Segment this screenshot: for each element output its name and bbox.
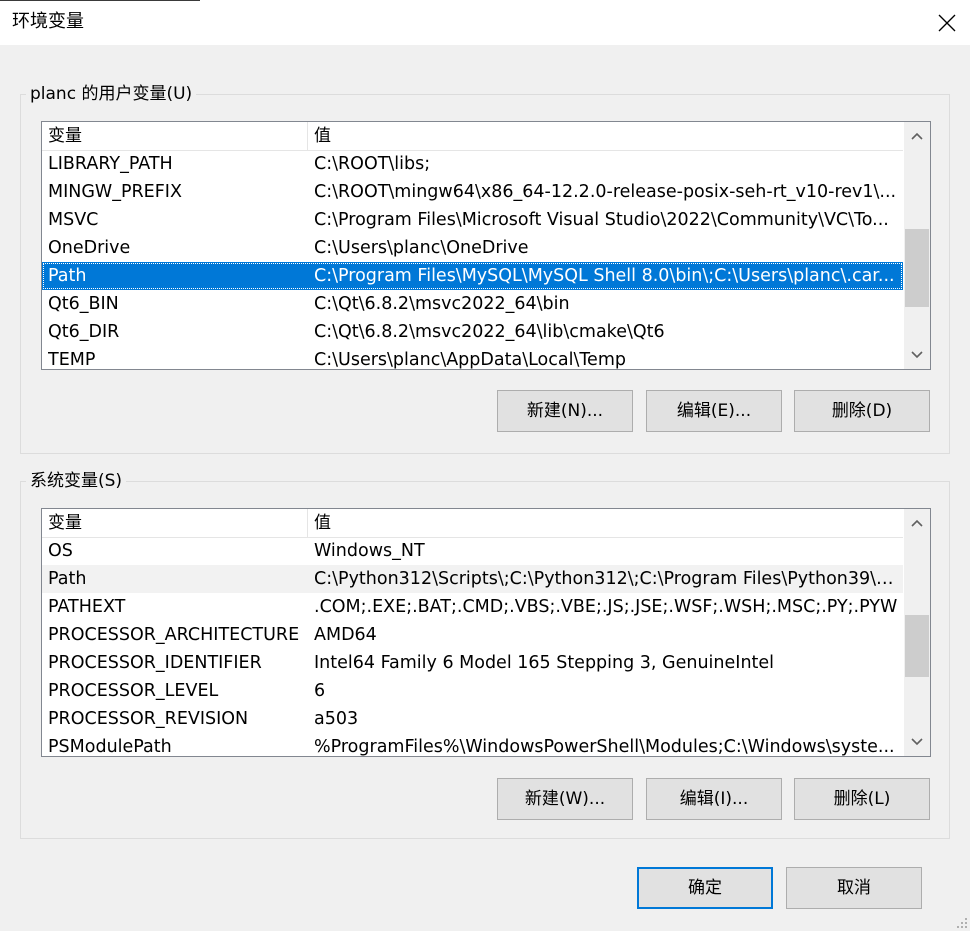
chevron-down-icon — [911, 738, 923, 746]
variable-value: C:\Users\planc\AppData\Local\Temp — [314, 350, 626, 370]
variable-value: C:\Users\planc\OneDrive — [314, 238, 529, 258]
user-variable-row[interactable]: OneDrive C:\Users\planc\OneDrive — [42, 234, 903, 262]
variable-name: PATHEXT — [48, 597, 126, 617]
user-delete-button[interactable]: 删除(D) — [794, 390, 930, 432]
variable-name: PSModulePath — [48, 737, 172, 757]
user-list-scrollbar[interactable] — [904, 122, 930, 369]
user-variables-label: planc 的用户变量(U) — [26, 83, 197, 105]
variable-value: C:\ROOT\mingw64\x86_64-12.2.0-release-po… — [314, 182, 897, 202]
system-delete-button[interactable]: 删除(L) — [794, 778, 930, 820]
title-bar: 环境变量 — [0, 0, 970, 45]
scroll-down-button[interactable] — [904, 341, 930, 369]
user-variable-row[interactable]: LIBRARY_PATH C:\ROOT\libs; — [42, 150, 903, 178]
system-list-header: 变量 值 — [42, 509, 903, 538]
system-variables-label: 系统变量(S) — [26, 470, 127, 492]
user-variable-row[interactable]: Qt6_DIR C:\Qt\6.8.2\msvc2022_64\lib\cmake… — [42, 318, 903, 346]
ok-button[interactable]: 确定 — [637, 867, 773, 909]
user-list-header: 变量 值 — [42, 122, 903, 151]
variable-value: %ProgramFiles%\WindowsPowerShell\Modules… — [314, 737, 895, 757]
variable-name: LIBRARY_PATH — [48, 154, 173, 174]
user-new-button[interactable]: 新建(N)... — [497, 390, 633, 432]
title-bar-accent — [0, 0, 200, 1]
variable-value: C:\Qt\6.8.2\msvc2022_64\bin — [314, 294, 570, 314]
system-variable-row[interactable]: PROCESSOR_IDENTIFIER Intel64 Family 6 Mod… — [42, 649, 903, 677]
user-variables-list[interactable]: 变量 值 LIBRARY_PATH C:\ROOT\libs; MINGW_PREF… — [41, 121, 931, 370]
user-variable-row[interactable]: Path C:\Program Files\MySQL\MySQL Shell 8… — [42, 262, 903, 290]
variable-value: AMD64 — [314, 625, 377, 645]
system-edit-button[interactable]: 编辑(I)... — [646, 778, 782, 820]
resize-grip-icon[interactable] — [954, 915, 968, 929]
variable-name: OS — [48, 541, 73, 561]
variable-value: Intel64 Family 6 Model 165 Stepping 3, G… — [314, 653, 775, 673]
variable-value: C:\Qt\6.8.2\msvc2022_64\lib\cmake\Qt6 — [314, 322, 665, 342]
variable-name: OneDrive — [48, 238, 131, 258]
chevron-up-icon — [911, 519, 923, 527]
variable-name: PROCESSOR_ARCHITECTURE — [48, 625, 300, 645]
user-variable-row[interactable]: TEMP C:\Users\planc\AppData\Local\Temp — [42, 346, 903, 370]
cancel-button[interactable]: 取消 — [786, 867, 922, 909]
variable-value: 6 — [314, 681, 326, 701]
variable-value: C:\Python312\Scripts\;C:\Python312\;C:\P… — [314, 569, 899, 589]
system-list-rows: OS Windows_NT Path C:\Python312\Scripts\;C:… — [42, 537, 903, 757]
scroll-up-button[interactable] — [904, 122, 930, 150]
system-list-scrollbar[interactable] — [904, 509, 930, 756]
system-variable-row[interactable]: PATHEXT .COM;.EXE;.BAT;.CMD;.VBS;.VBE;.JS… — [42, 593, 903, 621]
system-variable-row[interactable]: OS Windows_NT — [42, 537, 903, 565]
variable-value: Windows_NT — [314, 541, 425, 561]
column-header-value[interactable]: 值 — [308, 509, 903, 537]
user-variable-row[interactable]: Qt6_BIN C:\Qt\6.8.2\msvc2022_64\bin — [42, 290, 903, 318]
variable-value: .COM;.EXE;.BAT;.CMD;.VBS;.VBE;.JS;.JSE;.… — [314, 597, 898, 617]
window-title: 环境变量 — [12, 11, 84, 32]
variable-name: Qt6_DIR — [48, 322, 120, 342]
variable-name: PROCESSOR_LEVEL — [48, 681, 219, 701]
variable-name: MSVC — [48, 210, 99, 230]
variable-value: C:\ROOT\libs; — [314, 154, 431, 174]
scroll-thumb[interactable] — [905, 229, 929, 307]
variable-name: PROCESSOR_IDENTIFIER — [48, 653, 262, 673]
column-header-value[interactable]: 值 — [308, 122, 903, 150]
scroll-up-button[interactable] — [904, 509, 930, 537]
user-variable-row[interactable]: MINGW_PREFIX C:\ROOT\mingw64\x86_64-12.2.… — [42, 178, 903, 206]
variable-value: a503 — [314, 709, 359, 729]
column-header-variable[interactable]: 变量 — [42, 122, 308, 150]
variable-name: Path — [48, 266, 87, 286]
variable-name: Qt6_BIN — [48, 294, 119, 314]
variable-name: TEMP — [48, 350, 96, 370]
system-variable-row[interactable]: PROCESSOR_REVISION a503 — [42, 705, 903, 733]
system-variable-row[interactable]: PROCESSOR_ARCHITECTURE AMD64 — [42, 621, 903, 649]
chevron-up-icon — [911, 132, 923, 140]
system-variable-row[interactable]: PROCESSOR_LEVEL 6 — [42, 677, 903, 705]
system-variable-row[interactable]: PSModulePath %ProgramFiles%\WindowsPowerS… — [42, 733, 903, 757]
variable-value: C:\Program Files\Microsoft Visual Studio… — [314, 210, 889, 230]
variable-value: C:\Program Files\MySQL\MySQL Shell 8.0\b… — [314, 266, 895, 286]
system-new-button[interactable]: 新建(W)... — [497, 778, 633, 820]
scroll-thumb[interactable] — [905, 615, 929, 677]
user-list-rows: LIBRARY_PATH C:\ROOT\libs; MINGW_PREFIX C:\… — [42, 150, 903, 370]
variable-name: PROCESSOR_REVISION — [48, 709, 249, 729]
close-icon — [938, 14, 956, 31]
chevron-down-icon — [911, 351, 923, 359]
scroll-down-button[interactable] — [904, 728, 930, 756]
user-variable-row[interactable]: MSVC C:\Program Files\Microsoft Visual St… — [42, 206, 903, 234]
system-variable-row[interactable]: Path C:\Python312\Scripts\;C:\Python312\;… — [42, 565, 903, 593]
column-header-variable[interactable]: 变量 — [42, 509, 308, 537]
system-variables-list[interactable]: 变量 值 OS Windows_NT Path C:\Python312\Script… — [41, 508, 931, 757]
user-edit-button[interactable]: 编辑(E)... — [646, 390, 782, 432]
variable-name: MINGW_PREFIX — [48, 182, 182, 202]
close-button[interactable] — [924, 0, 970, 45]
environment-variables-dialog: 环境变量 planc 的用户变量(U) 变量 值 LIBRARY_PATH C:\… — [0, 0, 970, 931]
variable-name: Path — [48, 569, 87, 589]
